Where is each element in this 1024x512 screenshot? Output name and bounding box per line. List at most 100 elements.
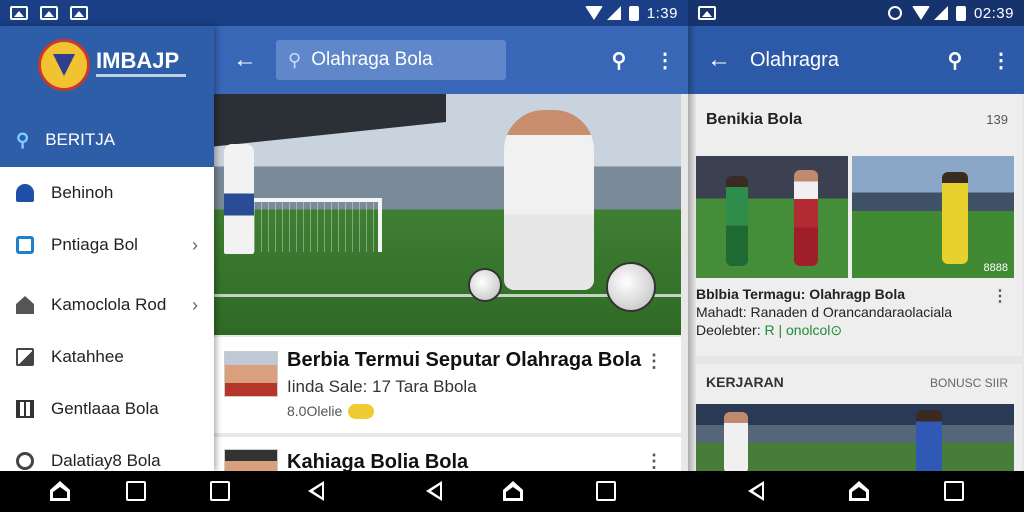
brand-tagline-bar bbox=[96, 74, 186, 77]
more-vert-icon[interactable]: ⋮ bbox=[645, 351, 663, 372]
caption-meta-label: Deolebter: bbox=[696, 322, 765, 338]
card-subtitle: Iinda Sale: 17 Tara Bbola bbox=[287, 377, 477, 396]
signal-icon bbox=[933, 6, 948, 20]
drawer-item-pntiaga[interactable]: Pntiaga Bol › bbox=[0, 219, 214, 271]
drawer-item-kamoclola[interactable]: Kamoclola Rod › bbox=[0, 279, 214, 331]
drawer-header: IMBAJP ⚲ BERITJA bbox=[0, 26, 214, 167]
search-button-icon[interactable]: ⚲ bbox=[932, 48, 978, 73]
status-time-right: 02:39 bbox=[973, 4, 1014, 22]
news-card[interactable]: Kahiaga Bolia Bola ⋮ bbox=[214, 437, 681, 471]
alarm-icon bbox=[887, 6, 902, 20]
drawer-item-label: Gentlaaa Bola bbox=[51, 399, 159, 418]
section-heading: Benikia Bola bbox=[706, 111, 803, 128]
news-section: KERJARAN BONUSC SIIR bbox=[696, 364, 1022, 471]
news-caption-title[interactable]: Bblbia Termagu: Olahragp Bola bbox=[696, 286, 905, 302]
drawer-item-katahhee[interactable]: Katahhee bbox=[0, 331, 214, 383]
main-app-bar: ← ⚲ Olahraga Bola ⚲ ⋮ bbox=[214, 26, 688, 94]
player-figure bbox=[916, 410, 942, 471]
drawer-item-label: Dalatiay8 Bola bbox=[51, 451, 161, 470]
image-icon bbox=[16, 348, 34, 366]
status-time: 1:39 bbox=[646, 4, 678, 22]
more-vert-icon[interactable]: ⋮ bbox=[642, 48, 688, 73]
image-icon bbox=[698, 6, 716, 20]
photo-icon bbox=[40, 6, 58, 20]
bell-icon bbox=[16, 184, 34, 202]
battery-icon bbox=[955, 5, 966, 21]
home-icon[interactable] bbox=[849, 481, 869, 501]
home-icon bbox=[16, 296, 34, 314]
home-icon[interactable] bbox=[503, 481, 523, 501]
hero-image[interactable] bbox=[214, 94, 681, 335]
wifi-icon bbox=[911, 6, 930, 20]
screen-divider-shadow bbox=[688, 26, 696, 471]
search-field[interactable]: ⚲ Olahraga Bola bbox=[276, 40, 506, 80]
chevron-right-icon: › bbox=[192, 294, 198, 315]
card-meta-text: 8.0Olelie bbox=[287, 403, 343, 419]
card-thumbnail bbox=[224, 449, 278, 471]
back-icon[interactable] bbox=[308, 481, 324, 501]
player-figure bbox=[726, 176, 748, 266]
right-page-title: Olahragra bbox=[750, 48, 839, 71]
drawer-item-dalatiay[interactable]: Dalatiay8 Bola bbox=[0, 435, 214, 487]
news-feed: Berbia Termui Seputar Olahraga Bola Iind… bbox=[214, 94, 688, 471]
news-caption-desc: Mahadt: Ranaden d Orancandaraolaciala bbox=[696, 304, 953, 320]
battery-icon bbox=[628, 5, 639, 21]
circle-icon bbox=[16, 452, 34, 470]
search-button-icon[interactable]: ⚲ bbox=[596, 48, 642, 73]
navigation-drawer: IMBAJP ⚲ BERITJA Behinoh Pntiaga Bol › K… bbox=[0, 26, 214, 471]
right-content: Benikia Bola 139 8888 Bblbia Termagu: Ol… bbox=[688, 94, 1024, 471]
drawer-item-label: BERITJA bbox=[45, 130, 116, 149]
section-link[interactable]: BONUSC SIIR bbox=[930, 376, 1008, 390]
card-thumbnail bbox=[224, 351, 278, 397]
news-image[interactable] bbox=[696, 156, 848, 278]
back-icon[interactable] bbox=[426, 481, 442, 501]
player-figure bbox=[224, 144, 254, 254]
drawer-item-active[interactable]: ⚲ BERITJA bbox=[0, 114, 214, 166]
bookmark-icon bbox=[70, 6, 88, 20]
signal-icon bbox=[606, 6, 621, 20]
box-icon bbox=[16, 236, 34, 254]
drawer-item-behinoh[interactable]: Behinoh bbox=[0, 167, 214, 219]
brand-name: IMBAJP bbox=[96, 48, 180, 73]
caption-meta-highlight: R | onolcol⊙ bbox=[764, 322, 843, 338]
brand-logo bbox=[38, 39, 90, 91]
back-arrow-icon[interactable]: ← bbox=[688, 46, 750, 74]
recents-icon[interactable] bbox=[944, 481, 964, 501]
card-title: Berbia Termui Seputar Olahraga Bola bbox=[287, 349, 642, 371]
news-image[interactable] bbox=[696, 404, 1014, 471]
card-meta: 8.0Olelie bbox=[287, 403, 375, 419]
drawer-item-label: Behinoh bbox=[51, 183, 114, 202]
news-image[interactable]: 8888 bbox=[852, 156, 1014, 278]
search-icon: ⚲ bbox=[16, 129, 30, 150]
news-section: Benikia Bola 139 8888 Bblbia Termagu: Ol… bbox=[696, 94, 1022, 356]
right-app-bar: ← Olahragra ⚲ ⋮ bbox=[688, 26, 1024, 94]
player-figure bbox=[942, 172, 968, 264]
coin-badge-icon bbox=[348, 403, 375, 419]
player-figure bbox=[504, 110, 594, 290]
drawer-item-label: Kamoclola Rod bbox=[51, 295, 167, 314]
status-bar-right: 02:39 bbox=[688, 0, 1024, 26]
football bbox=[606, 262, 656, 312]
image-number: 8888 bbox=[983, 262, 1008, 274]
player-figure bbox=[794, 170, 818, 266]
section-count: 139 bbox=[986, 112, 1008, 127]
news-caption-meta: Deolebter: R | onolcol⊙ bbox=[696, 322, 842, 339]
drawer-list: Behinoh Pntiaga Bol › Kamoclola Rod › Ka… bbox=[0, 167, 214, 487]
back-arrow-icon[interactable]: ← bbox=[214, 46, 276, 74]
news-card[interactable]: Berbia Termui Seputar Olahraga Bola Iind… bbox=[214, 337, 681, 433]
status-bar-left: 1:39 bbox=[0, 0, 688, 26]
back-icon[interactable] bbox=[748, 481, 764, 501]
chevron-right-icon: › bbox=[192, 234, 198, 255]
recents-icon[interactable] bbox=[596, 481, 616, 501]
more-vert-icon[interactable]: ⋮ bbox=[645, 451, 663, 471]
wifi-icon bbox=[584, 6, 603, 20]
card-title: Kahiaga Bolia Bola bbox=[287, 451, 469, 471]
more-vert-icon[interactable]: ⋮ bbox=[992, 286, 1008, 306]
grid-icon bbox=[16, 400, 34, 418]
goal-post bbox=[250, 198, 382, 252]
drawer-item-label: Pntiaga Bol bbox=[51, 235, 138, 254]
image-icon bbox=[10, 6, 28, 20]
drawer-item-label: Katahhee bbox=[51, 347, 124, 366]
drawer-item-gentlaaa[interactable]: Gentlaaa Bola bbox=[0, 383, 214, 435]
more-vert-icon[interactable]: ⋮ bbox=[978, 48, 1024, 73]
